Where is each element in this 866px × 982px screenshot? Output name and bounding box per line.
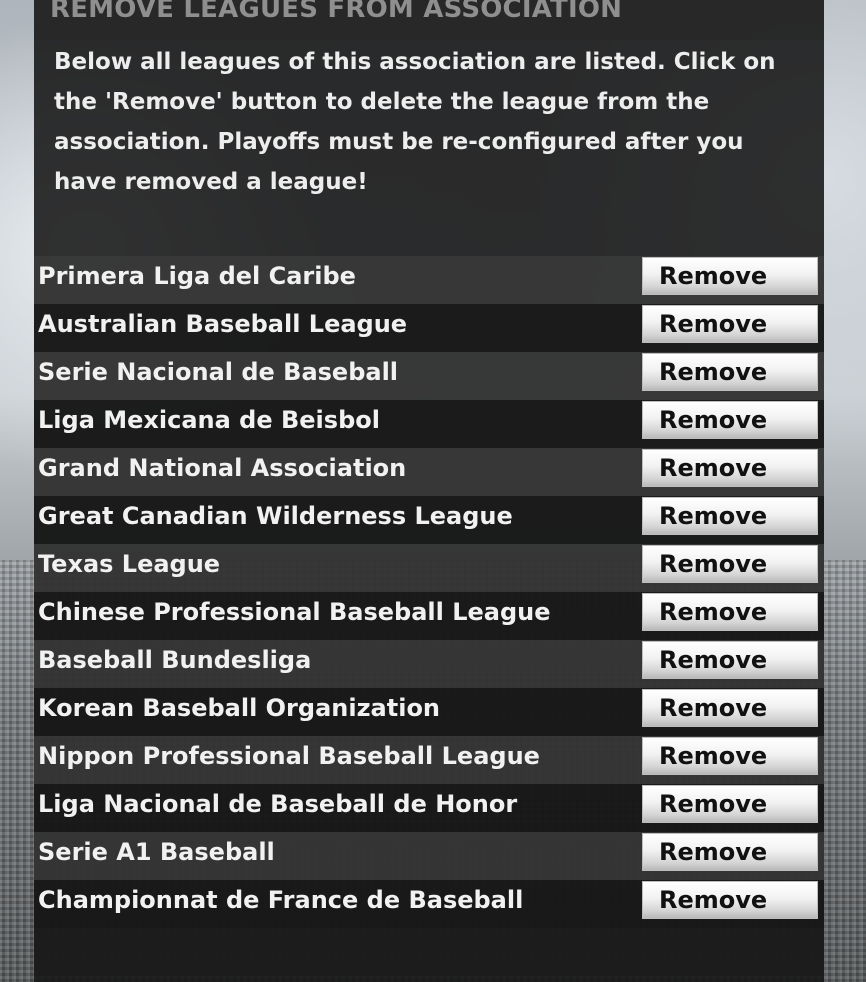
remove-league-button[interactable]: Remove — [642, 545, 818, 583]
list-footer — [34, 928, 824, 976]
remove-league-button[interactable]: Remove — [642, 497, 818, 535]
page-title: REMOVE LEAGUES FROM ASSOCIATION — [50, 0, 623, 24]
league-row: Australian Baseball League Remove — [34, 304, 824, 352]
remove-league-button[interactable]: Remove — [642, 641, 818, 679]
remove-league-button[interactable]: Remove — [642, 401, 818, 439]
league-name: Baseball Bundesliga — [38, 646, 312, 674]
league-row: Liga Mexicana de Beisbol Remove — [34, 400, 824, 448]
remove-league-button[interactable]: Remove — [642, 353, 818, 391]
league-row: Serie Nacional de Baseball Remove — [34, 352, 824, 400]
remove-leagues-panel: REMOVE LEAGUES FROM ASSOCIATION Below al… — [34, 0, 824, 982]
remove-league-button[interactable]: Remove — [642, 785, 818, 823]
league-row: Chinese Professional Baseball League Remo… — [34, 592, 824, 640]
remove-league-button[interactable]: Remove — [642, 881, 818, 919]
league-row: Primera Liga del Caribe Remove — [34, 256, 824, 304]
league-name: Primera Liga del Caribe — [38, 262, 356, 290]
remove-league-button[interactable]: Remove — [642, 305, 818, 343]
league-row: Korean Baseball Organization Remove — [34, 688, 824, 736]
remove-league-button[interactable]: Remove — [642, 257, 818, 295]
remove-league-button[interactable]: Remove — [642, 833, 818, 871]
league-name: Australian Baseball League — [38, 310, 408, 338]
league-name: Nippon Professional Baseball League — [38, 742, 540, 770]
remove-league-button[interactable]: Remove — [642, 449, 818, 487]
league-row: Nippon Professional Baseball League Remov… — [34, 736, 824, 784]
league-name: Serie A1 Baseball — [38, 838, 275, 866]
remove-league-button[interactable]: Remove — [642, 689, 818, 727]
league-row: Serie A1 Baseball Remove — [34, 832, 824, 880]
league-row: Grand National Association Remove — [34, 448, 824, 496]
league-row: Texas League Remove — [34, 544, 824, 592]
league-row: Baseball Bundesliga Remove — [34, 640, 824, 688]
league-row: Great Canadian Wilderness League Remove — [34, 496, 824, 544]
league-name: Liga Mexicana de Beisbol — [38, 406, 380, 434]
remove-league-button[interactable]: Remove — [642, 593, 818, 631]
league-name: Grand National Association — [38, 454, 407, 482]
league-name: Serie Nacional de Baseball — [38, 358, 399, 386]
league-name: Great Canadian Wilderness League — [38, 502, 513, 530]
league-row: Liga Nacional de Baseball de Honor Remove — [34, 784, 824, 832]
remove-league-button[interactable]: Remove — [642, 737, 818, 775]
league-name: Championnat de France de Baseball — [38, 886, 524, 914]
league-list: Primera Liga del Caribe Remove Australian … — [34, 256, 824, 928]
league-name: Texas League — [38, 550, 221, 578]
league-name: Liga Nacional de Baseball de Honor — [38, 790, 518, 818]
league-row: Championnat de France de Baseball Remove — [34, 880, 824, 928]
instructions-text: Below all leagues of this association ar… — [54, 49, 776, 195]
title-bar: REMOVE LEAGUES FROM ASSOCIATION — [34, 0, 824, 40]
league-name: Korean Baseball Organization — [38, 694, 441, 722]
league-name: Chinese Professional Baseball League — [38, 598, 551, 626]
